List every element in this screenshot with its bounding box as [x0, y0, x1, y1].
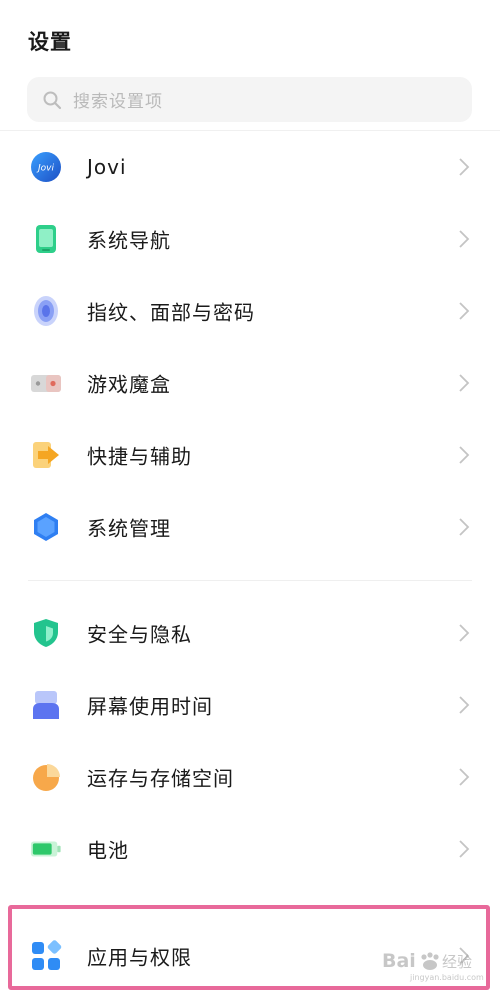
settings-item-navigation[interactable]: 系统导航 — [0, 203, 500, 275]
settings-item-storage[interactable]: 运存与存储空间 — [0, 741, 500, 813]
settings-item-security-privacy[interactable]: 安全与隐私 — [0, 597, 500, 669]
settings-item-label: 电池 — [87, 838, 129, 863]
settings-item-biometrics[interactable]: 指纹、面部与密码 — [0, 275, 500, 347]
settings-item-label: 快捷与辅助 — [87, 444, 192, 469]
settings-item-system-management[interactable]: 系统管理 — [0, 491, 500, 563]
chevron-right-icon — [459, 624, 470, 642]
security-shield-icon — [30, 617, 62, 649]
search-placeholder: 搜索设置项 — [73, 92, 163, 112]
svg-text:经验: 经验 — [442, 953, 472, 971]
settings-item-label: 游戏魔盒 — [87, 372, 171, 397]
chevron-right-icon — [459, 158, 470, 176]
jovi-icon: Jovi — [30, 151, 62, 183]
page-title: 设置 — [28, 30, 72, 54]
svg-text:Jovi: Jovi — [36, 164, 54, 174]
chevron-right-icon — [459, 840, 470, 858]
settings-item-label: 系统管理 — [87, 516, 171, 541]
settings-item-label: 屏幕使用时间 — [87, 694, 213, 719]
group-divider — [28, 580, 472, 581]
settings-item-label: 指纹、面部与密码 — [87, 300, 255, 325]
settings-item-label: 运存与存储空间 — [87, 766, 234, 791]
chevron-right-icon — [459, 446, 470, 464]
settings-item-shortcuts[interactable]: 快捷与辅助 — [0, 419, 500, 491]
shortcut-arrow-icon — [30, 439, 62, 471]
storage-pie-icon — [30, 761, 62, 793]
chevron-right-icon — [459, 768, 470, 786]
settings-item-battery[interactable]: 电池 — [0, 813, 500, 885]
chevron-right-icon — [459, 696, 470, 714]
chevron-right-icon — [459, 518, 470, 536]
system-hexagon-icon — [30, 511, 62, 543]
screen-time-icon — [30, 689, 62, 721]
settings-item-label: 安全与隐私 — [87, 622, 192, 647]
chevron-right-icon — [459, 374, 470, 392]
svg-text:jingyan.baidu.com: jingyan.baidu.com — [409, 973, 484, 982]
game-box-icon — [30, 367, 62, 399]
search-icon — [41, 89, 63, 111]
chevron-right-icon — [459, 230, 470, 248]
battery-icon — [30, 833, 62, 865]
phone-navigation-icon — [30, 223, 62, 255]
settings-item-screen-time[interactable]: 屏幕使用时间 — [0, 669, 500, 741]
fingerprint-icon — [30, 295, 62, 327]
settings-item-label: 系统导航 — [87, 228, 171, 253]
baidu-jingyan-watermark: Bai 经验 jingyan.baidu.com — [382, 950, 484, 982]
chevron-right-icon — [459, 302, 470, 320]
settings-item-game-box[interactable]: 游戏魔盒 — [0, 347, 500, 419]
settings-item-jovi[interactable]: Jovi Jovi — [0, 131, 500, 203]
svg-text:Bai: Bai — [382, 950, 416, 972]
search-bar[interactable]: 搜索设置项 — [27, 77, 472, 122]
settings-item-label: Jovi — [87, 155, 127, 179]
